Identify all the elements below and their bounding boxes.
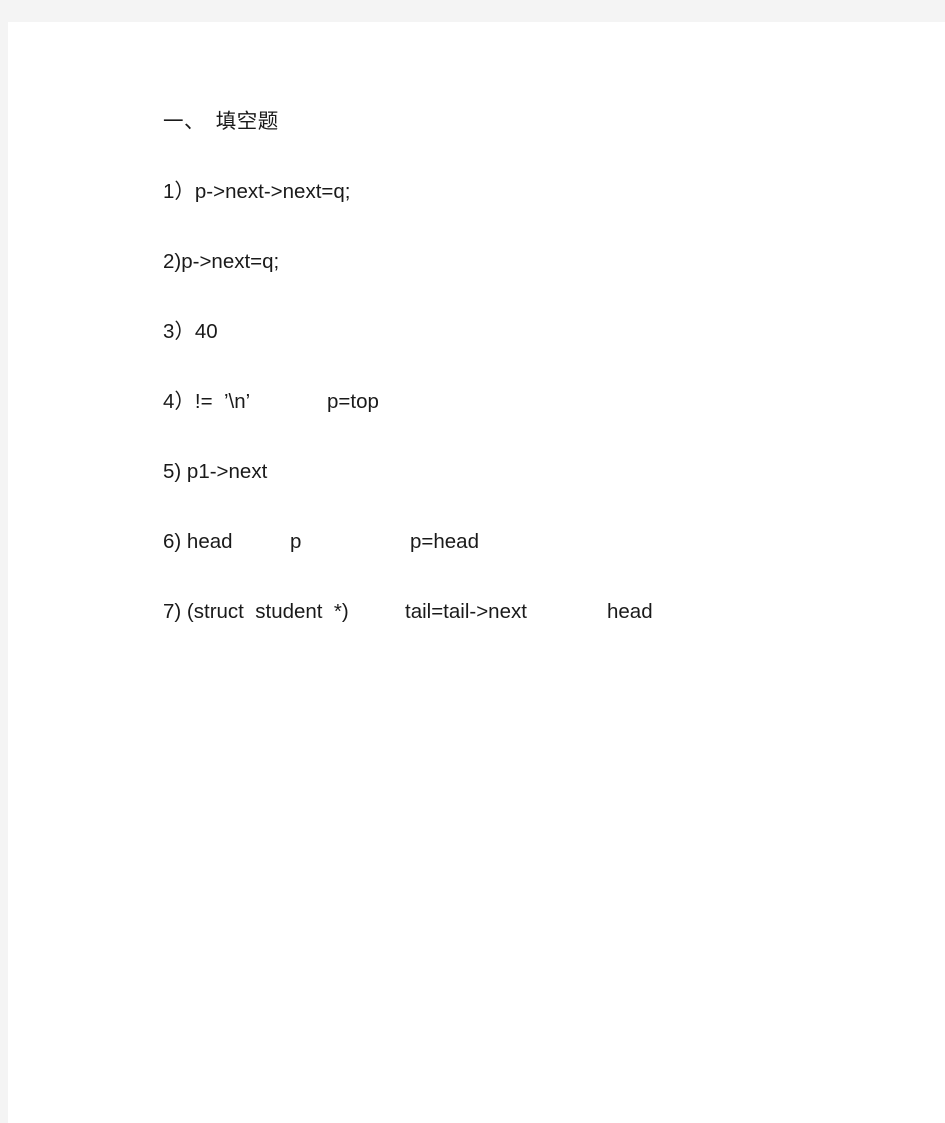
answer-line-7-part-1: 7) (struct student *) <box>163 600 349 623</box>
answer-line-6-part-1: 6) head <box>163 530 233 553</box>
answer-line-2-text: 2)p->next=q; <box>163 250 280 273</box>
answer-line-6: 6) head p p=head <box>163 528 863 598</box>
answer-line-7-part-3: head <box>607 600 653 623</box>
answer-line-6-part-2: p <box>290 530 302 553</box>
section-heading: 一、 填空题 <box>163 110 279 133</box>
answer-line-2: 2)p->next=q; <box>163 248 863 318</box>
answer-line-4-part-2: p=top <box>327 390 379 413</box>
answer-line-7: 7) (struct student *) tail=tail->next he… <box>163 598 863 668</box>
document-body: 一、 填空题 1）p->next->next=q; 2)p->next=q; 3… <box>163 108 863 668</box>
answer-line-3-text: 3）40 <box>163 320 218 343</box>
answer-line-4-part-1: 4）!= ’\n’ <box>163 390 251 413</box>
answer-line-1-text: 1）p->next->next=q; <box>163 180 351 203</box>
answer-line-6-part-3: p=head <box>410 530 479 553</box>
document-page: 一、 填空题 1）p->next->next=q; 2)p->next=q; 3… <box>8 22 945 1123</box>
answer-line-3: 3）40 <box>163 318 863 388</box>
answer-line-5-text: 5) p1->next <box>163 460 268 483</box>
answer-line-1: 1）p->next->next=q; <box>163 178 863 248</box>
answer-line-5: 5) p1->next <box>163 458 863 528</box>
answer-line-7-part-2: tail=tail->next <box>405 600 527 623</box>
answer-line-4: 4）!= ’\n’ p=top <box>163 388 863 458</box>
